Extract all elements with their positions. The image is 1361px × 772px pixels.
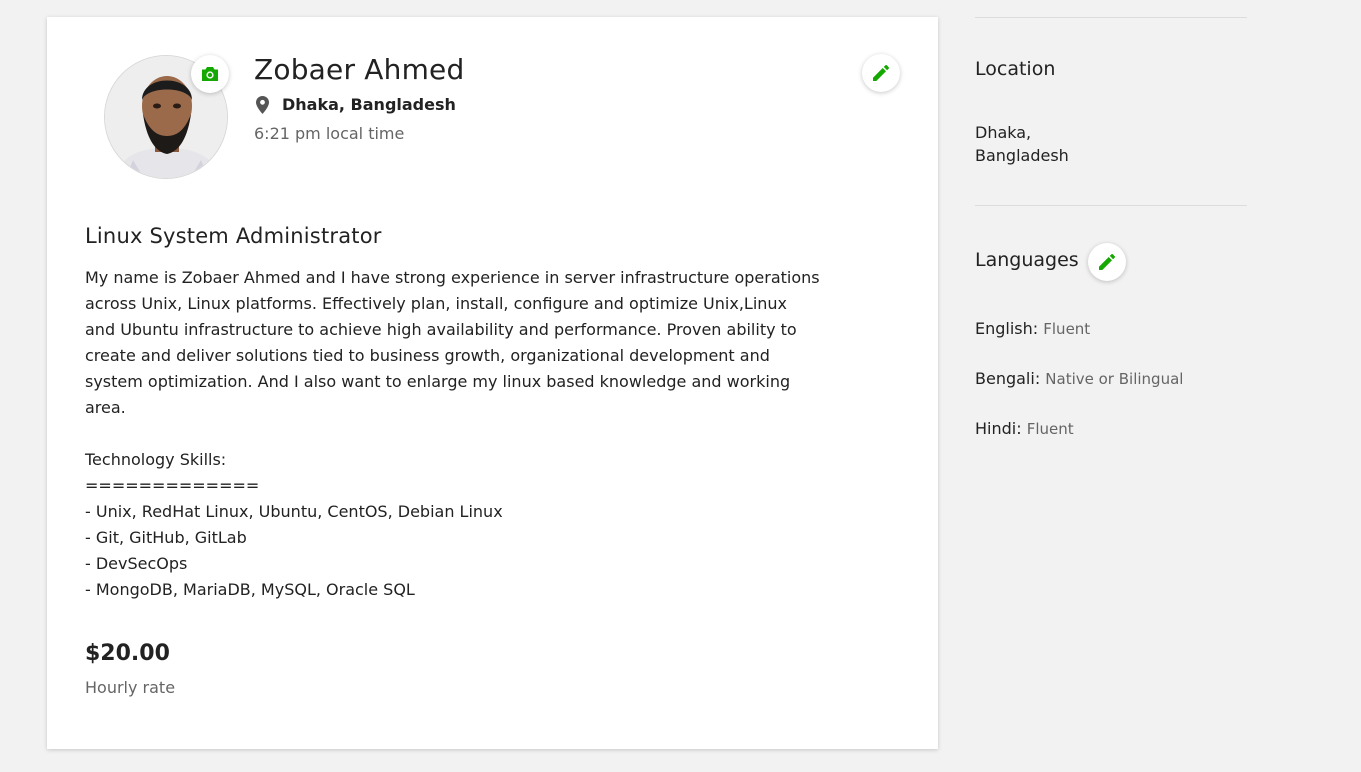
profile-card: Zobaer Ahmed Dhaka, Bangladesh 6:21 pm l… <box>47 17 938 749</box>
hourly-rate-label: Hourly rate <box>85 678 176 697</box>
location-text: Dhaka, Bangladesh <box>282 95 456 114</box>
language-name: English: <box>975 319 1039 338</box>
edit-languages-button[interactable] <box>1088 243 1126 281</box>
edit-profile-button[interactable] <box>862 54 900 92</box>
camera-icon <box>202 67 218 81</box>
language-name: Hindi: <box>975 419 1022 438</box>
local-time: 6:21 pm local time <box>254 124 405 143</box>
profile-overview: My name is Zobaer Ahmed and I have stron… <box>85 268 820 599</box>
languages-heading: Languages <box>975 249 1079 271</box>
profile-name: Zobaer Ahmed <box>254 53 465 86</box>
location-heading: Location <box>975 58 1056 80</box>
avatar-container <box>104 55 229 179</box>
language-name: Bengali: <box>975 369 1041 388</box>
change-photo-button[interactable] <box>191 55 229 93</box>
language-item: English: Fluent <box>975 319 1090 338</box>
profile-title: Linux System Administrator <box>85 224 382 248</box>
divider <box>975 205 1247 206</box>
location-value: Dhaka, Bangladesh <box>975 123 1069 165</box>
language-proficiency: Fluent <box>1026 420 1074 438</box>
pencil-icon <box>1099 254 1115 270</box>
hourly-rate: $20.00 <box>85 641 170 666</box>
map-pin-icon <box>256 95 269 114</box>
language-proficiency: Fluent <box>1043 320 1091 338</box>
location-line: Dhaka, Bangladesh <box>256 95 456 114</box>
language-item: Hindi: Fluent <box>975 419 1074 438</box>
pencil-icon <box>873 65 889 81</box>
language-item: Bengali: Native or Bilingual <box>975 369 1183 388</box>
language-proficiency: Native or Bilingual <box>1045 370 1184 388</box>
divider <box>975 17 1247 18</box>
